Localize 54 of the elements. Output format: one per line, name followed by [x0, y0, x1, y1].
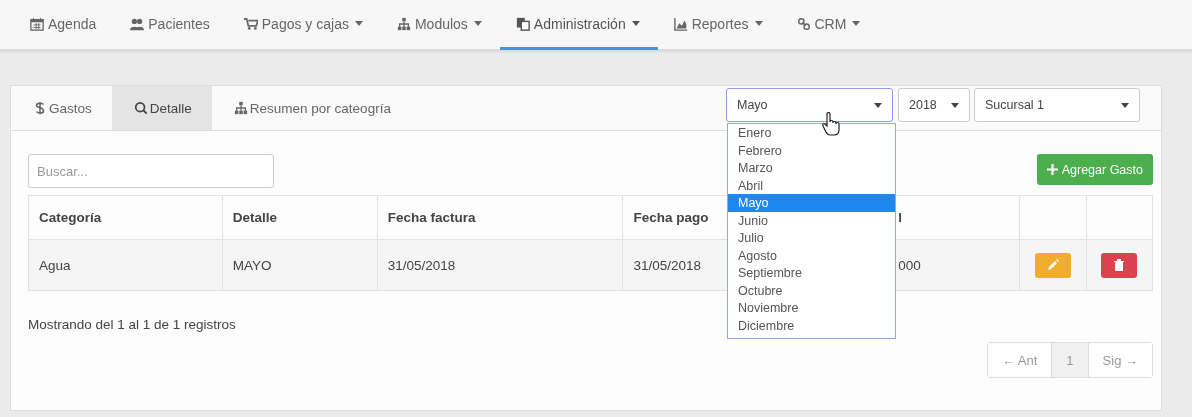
- trash-icon: [1113, 259, 1126, 271]
- nav-item[interactable]: Pacientes: [114, 0, 228, 50]
- hierarchy-icon: [233, 101, 248, 115]
- delete-button[interactable]: [1101, 252, 1138, 278]
- cart-icon: [243, 16, 258, 31]
- calendar-icon: [30, 16, 44, 31]
- table-cell: MAYO: [232, 257, 272, 273]
- dropdown-option[interactable]: Diciembre: [728, 316, 895, 334]
- dropdown-option[interactable]: Junio: [728, 211, 895, 229]
- dropdown-option[interactable]: Marzo: [728, 159, 895, 177]
- dropdown-option[interactable]: Mayo: [728, 194, 895, 212]
- dropdown-option[interactable]: Septiembre: [728, 264, 895, 282]
- tab[interactable]: Resumen por cateogría: [211, 86, 411, 130]
- dropdown-option[interactable]: Abril: [728, 176, 895, 194]
- table-cell: Agua: [39, 257, 71, 273]
- tab[interactable]: Gastos: [11, 86, 112, 130]
- column-header: Fecha pago: [633, 210, 709, 225]
- table-cell: 000: [898, 257, 921, 273]
- documents-icon: [515, 16, 530, 31]
- nav-item[interactable]: Pagos y cajas: [227, 0, 381, 50]
- month-select[interactable]: Mayo: [726, 88, 893, 122]
- hierarchy-icon: [396, 16, 411, 31]
- caret-icon: [951, 102, 959, 108]
- column-header: Detalle: [232, 210, 278, 225]
- link-icon: [796, 16, 811, 31]
- dollar-icon: [33, 101, 47, 115]
- year-select[interactable]: 2018: [898, 88, 970, 122]
- table-cell: 31/05/2018: [387, 257, 456, 273]
- dropdown-option[interactable]: Enero: [728, 124, 895, 142]
- dropdown-option[interactable]: Julio: [728, 229, 895, 247]
- column-header: Categoría: [39, 210, 102, 225]
- dropdown-option[interactable]: Agosto: [728, 246, 895, 264]
- nav-item[interactable]: CRM: [780, 0, 879, 50]
- search-field[interactable]: Buscar...: [28, 154, 274, 188]
- nav-item[interactable]: Agenda: [14, 0, 115, 50]
- column-header: Fecha factura: [387, 210, 476, 225]
- dropdown-option[interactable]: Octubre: [728, 281, 895, 299]
- nav-item[interactable]: Modulos: [380, 0, 500, 50]
- tab[interactable]: Detalle: [111, 86, 212, 130]
- table-cell: 31/05/2018: [633, 257, 701, 273]
- branch-select[interactable]: Sucursal 1: [974, 88, 1140, 122]
- dropdown-option[interactable]: Febrero: [728, 141, 895, 159]
- nav-item[interactable]: Administración: [499, 0, 658, 50]
- pencil-icon: [1047, 259, 1059, 271]
- caret-icon: [874, 102, 882, 108]
- chart-icon: [673, 16, 688, 31]
- caret-icon: [1121, 102, 1129, 108]
- plus-icon: [1046, 164, 1058, 175]
- dropdown-option[interactable]: Noviembre: [728, 299, 895, 317]
- search-icon: [133, 101, 148, 115]
- users-icon: [130, 16, 145, 31]
- nav-item[interactable]: Reportes: [657, 0, 781, 50]
- records-info: Mostrando del 1 al 1 de 1 registros: [28, 317, 236, 332]
- column-header: l: [898, 210, 902, 225]
